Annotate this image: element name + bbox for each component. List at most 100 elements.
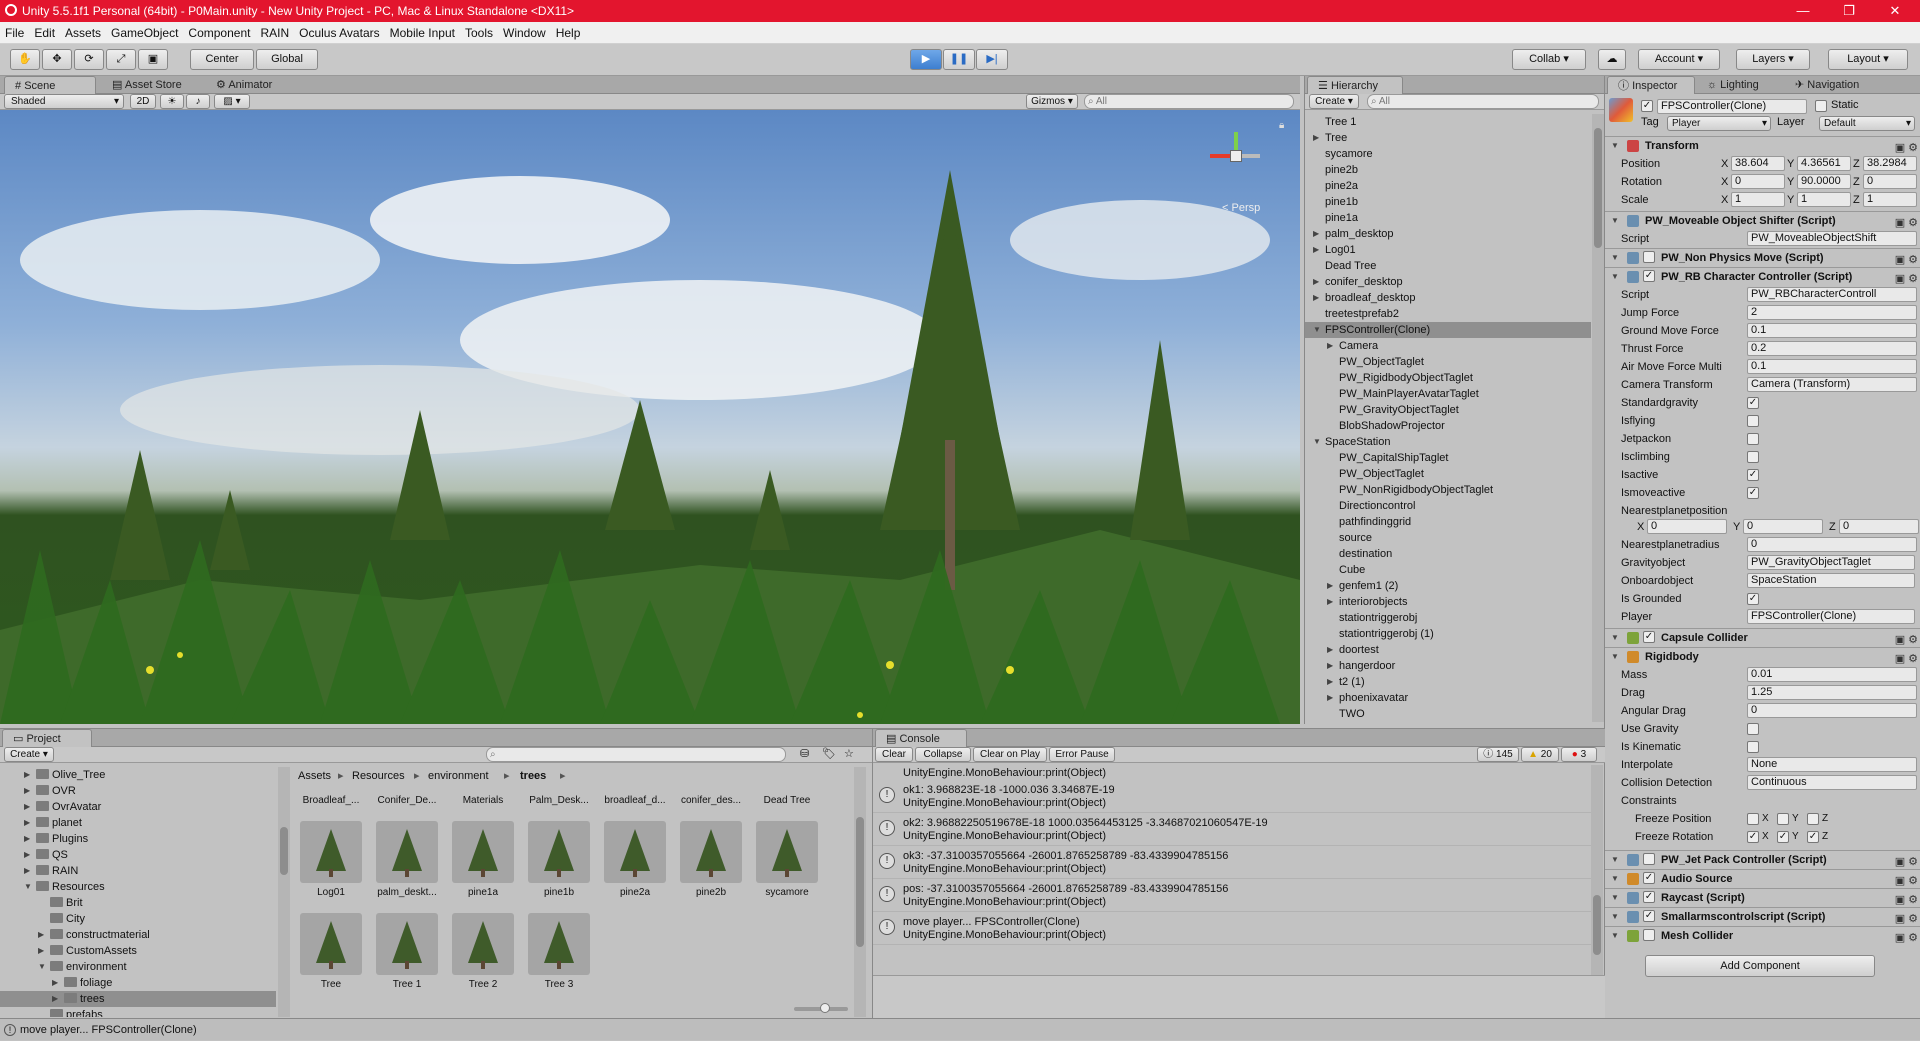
cloud-button[interactable]: ☁ [1598, 49, 1626, 70]
move-tool-button[interactable]: ✥ [42, 49, 72, 70]
project-folder-item[interactable]: ▶ QS [0, 847, 276, 863]
asset-prefab-item[interactable]: Tree [296, 913, 366, 990]
axis-field[interactable]: 0 [1839, 519, 1919, 534]
console-detail-area[interactable] [873, 975, 1605, 1019]
menu-file[interactable]: File [0, 22, 29, 44]
axis-y-field[interactable]: 90.0000 [1797, 174, 1851, 189]
console-scroll-thumb[interactable] [1593, 895, 1601, 955]
foldout-arrow-icon[interactable]: ▼ [1611, 137, 1619, 155]
asset-folder-item[interactable]: conifer_des... [676, 785, 746, 806]
extra-component[interactable]: ▼ ✓ Audio Source ▣ ⚙ [1605, 869, 1920, 887]
favorite-star-icon[interactable]: ☆ [844, 747, 854, 760]
collapsed-arrow-icon[interactable]: ▶ [52, 991, 58, 1007]
hierarchy-item[interactable]: stationtriggerobj [1305, 610, 1591, 626]
filter-type-icon[interactable]: ⛁ [800, 747, 809, 760]
audio-toggle[interactable]: ♪ [186, 94, 210, 109]
expanded-arrow-icon[interactable]: ▼ [24, 879, 32, 895]
menu-component[interactable]: Component [183, 22, 255, 44]
asset-folder-item[interactable]: Palm_Desk... [524, 785, 594, 806]
axis-x-field[interactable]: 38.604 [1731, 156, 1785, 171]
collapsed-arrow-icon[interactable]: ▶ [1313, 130, 1319, 146]
hierarchy-item[interactable]: ▶ phoenixavatar [1305, 690, 1591, 706]
project-folder-item[interactable]: ▼ environment [0, 959, 276, 975]
capsule-collider-component[interactable]: ▼ ✓ Capsule Collider ▣ ⚙ [1605, 628, 1920, 646]
project-folder-item[interactable]: ▶ trees [0, 991, 276, 1007]
console-collapse-button[interactable]: Collapse [915, 747, 971, 762]
filter-label-icon[interactable]: 🏷︎ [822, 747, 836, 760]
hierarchy-item[interactable]: pine1b [1305, 194, 1591, 210]
menu-window[interactable]: Window [498, 22, 551, 44]
step-button[interactable]: ▶| [976, 49, 1008, 70]
collapsed-arrow-icon[interactable]: ▶ [1327, 690, 1333, 706]
thumbnail-size-handle[interactable] [820, 1003, 830, 1013]
asset-prefab-item[interactable]: Log01 [296, 821, 366, 898]
hierarchy-item[interactable]: ▶ Log01 [1305, 242, 1591, 258]
foldout-arrow-icon[interactable]: ▼ [1611, 908, 1619, 926]
tab-animator[interactable]: ⚙ Animator [206, 76, 290, 94]
field-checkbox[interactable]: ✓ [1747, 397, 1759, 409]
tag-dropdown[interactable]: Player ▾ [1667, 116, 1771, 131]
hierarchy-item[interactable]: PW_CapitalShipTaglet [1305, 450, 1591, 466]
field-checkbox[interactable] [1747, 433, 1759, 445]
project-folder-item[interactable]: ▶ constructmaterial [0, 927, 276, 943]
console-error-pause-button[interactable]: Error Pause [1049, 747, 1115, 762]
project-folder-item[interactable]: City [0, 911, 276, 927]
project-create-dropdown[interactable]: Create ▾ [4, 747, 54, 762]
hierarchy-item[interactable]: ▶ interiorobjects [1305, 594, 1591, 610]
hierarchy-item[interactable]: ▶ doortest [1305, 642, 1591, 658]
layer-dropdown[interactable]: Default ▾ [1819, 116, 1915, 131]
hierarchy-item[interactable]: treetestprefab2 [1305, 306, 1591, 322]
expanded-arrow-icon[interactable]: ▼ [1313, 434, 1321, 450]
field-checkbox[interactable]: ✓ [1747, 593, 1759, 605]
tab-project[interactable]: ▭ Project [2, 729, 92, 747]
field-checkbox[interactable] [1747, 415, 1759, 427]
tab-console[interactable]: ▤ Console [875, 729, 967, 747]
minimize-button[interactable]: — [1780, 0, 1826, 22]
console-warning-toggle[interactable]: ▲ 20 [1521, 747, 1559, 762]
field-checkbox[interactable] [1747, 723, 1759, 735]
tab-scene[interactable]: # Scene [4, 76, 96, 94]
rb-character-controller-component[interactable]: ▼ ✓ PW_RB Character Controller (Script) ▣ ⚙ [1605, 267, 1920, 285]
field-value[interactable]: 0 [1747, 703, 1917, 718]
console-log-entry[interactable]: ! ok1: 3.968823E-18 -1000.036 3.34687E-19… [873, 781, 1591, 813]
axis-z-field[interactable]: 38.2984 [1863, 156, 1917, 171]
lock-icon[interactable]: 🔒︎ [1279, 120, 1284, 131]
rect-tool-button[interactable]: ▣ [138, 49, 168, 70]
hierarchy-item[interactable]: source [1305, 530, 1591, 546]
menu-help[interactable]: Help [551, 22, 586, 44]
field-value[interactable]: PW_RBCharacterControll [1747, 287, 1917, 302]
hierarchy-item[interactable]: ▼ FPSController(Clone) [1305, 322, 1591, 338]
project-folder-item[interactable]: ▶ Olive_Tree [0, 767, 276, 783]
project-folder-item[interactable]: ▶ OVR [0, 783, 276, 799]
menu-mobile-input[interactable]: Mobile Input [385, 22, 460, 44]
hierarchy-item[interactable]: PW_NonRigidbodyObjectTaglet [1305, 482, 1591, 498]
breadcrumb-environment[interactable]: environment [428, 767, 489, 785]
freeze-checkbox[interactable]: ✓ [1807, 831, 1819, 843]
collapsed-arrow-icon[interactable]: ▶ [38, 943, 44, 959]
collapsed-arrow-icon[interactable]: ▶ [24, 847, 30, 863]
collapsed-arrow-icon[interactable]: ▶ [24, 815, 30, 831]
menu-edit[interactable]: Edit [29, 22, 60, 44]
console-clear-on-play-button[interactable]: Clear on Play [973, 747, 1047, 762]
axis-field[interactable]: 0 [1647, 519, 1727, 534]
hierarchy-item[interactable]: Directioncontrol [1305, 498, 1591, 514]
asset-folder-item[interactable]: Materials [448, 785, 518, 806]
expanded-arrow-icon[interactable]: ▼ [1313, 322, 1321, 338]
component-enabled-checkbox[interactable]: ✓ [1643, 270, 1655, 282]
field-value[interactable]: FPSController(Clone) [1747, 609, 1915, 624]
static-checkbox[interactable] [1815, 100, 1827, 112]
field-value[interactable]: None [1747, 757, 1917, 772]
extra-component[interactable]: ▼ ✓ Raycast (Script) ▣ ⚙ [1605, 888, 1920, 906]
object-name-field[interactable]: FPSController(Clone) [1657, 99, 1807, 114]
hierarchy-item[interactable]: stationtriggerobj (1) [1305, 626, 1591, 642]
collapsed-arrow-icon[interactable]: ▶ [1313, 274, 1319, 290]
hierarchy-item[interactable]: ▶ genfem1 (2) [1305, 578, 1591, 594]
breadcrumb-trees[interactable]: trees [520, 767, 546, 785]
collapsed-arrow-icon[interactable]: ▶ [52, 975, 58, 991]
effects-dropdown[interactable]: ▨ ▾ [214, 94, 250, 109]
component-enabled-checkbox[interactable] [1643, 853, 1655, 865]
hierarchy-item[interactable]: ▶ palm_desktop [1305, 226, 1591, 242]
console-scrollbar[interactable] [1591, 765, 1603, 975]
field-checkbox[interactable] [1747, 741, 1759, 753]
hand-tool-button[interactable]: ✋ [10, 49, 40, 70]
